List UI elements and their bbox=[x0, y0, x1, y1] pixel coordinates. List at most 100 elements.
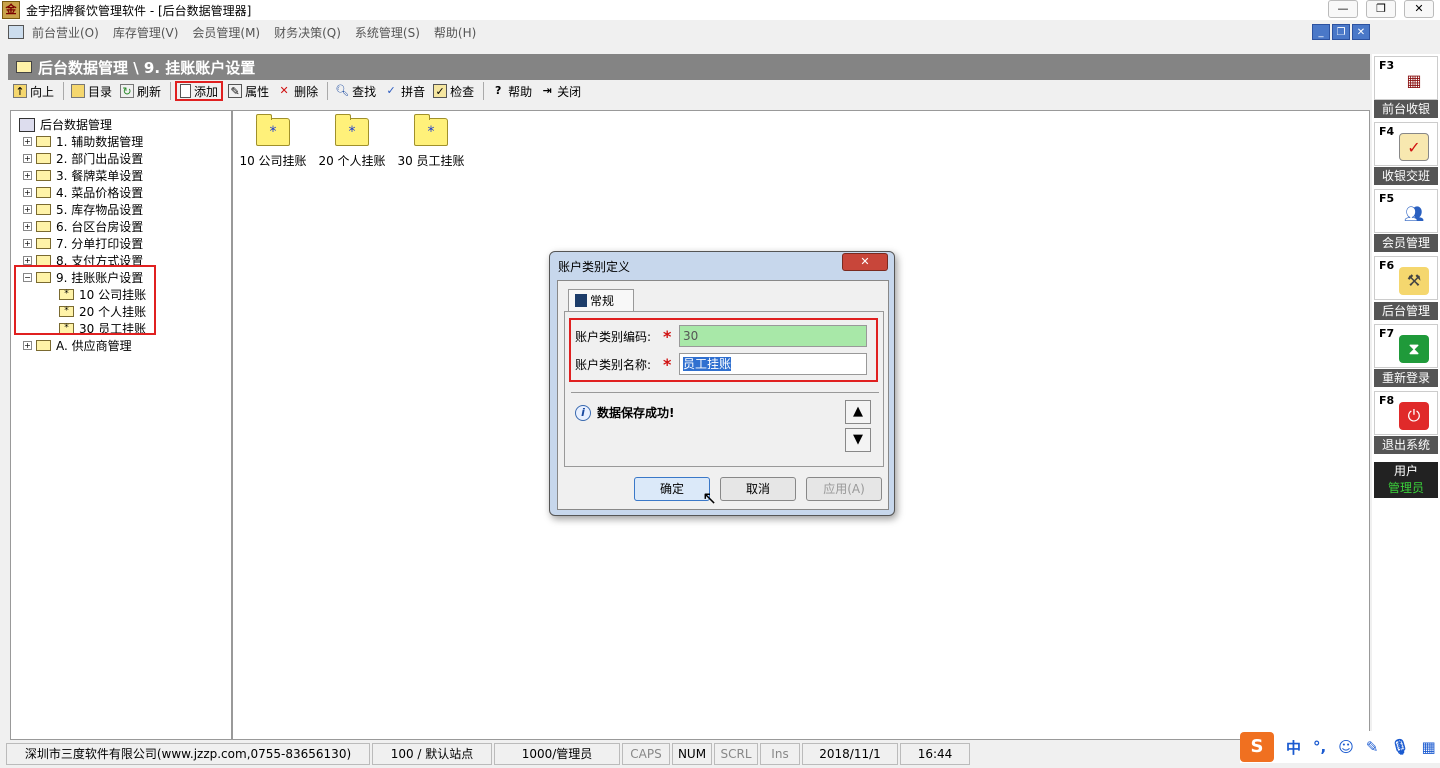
cancel-button[interactable]: 取消 bbox=[720, 477, 796, 501]
maximize-button[interactable]: ❐ bbox=[1366, 0, 1396, 18]
tree-item[interactable]: + A. 供应商管理 bbox=[23, 337, 132, 354]
app-logo-icon: 金 bbox=[2, 1, 20, 19]
properties-button[interactable]: ✎ 属性 bbox=[225, 81, 272, 101]
relogin-button[interactable]: F7 ⧗ bbox=[1374, 324, 1438, 368]
mdi-close-button[interactable]: ✕ bbox=[1352, 24, 1370, 40]
expand-icon[interactable]: + bbox=[23, 154, 32, 163]
shift-handover-label: 收银交班 bbox=[1374, 167, 1438, 185]
apply-button[interactable]: 应用(A) bbox=[806, 477, 882, 501]
emoji-icon[interactable]: ☺ bbox=[1338, 738, 1354, 756]
expand-icon[interactable]: + bbox=[23, 256, 32, 265]
expand-icon[interactable]: + bbox=[23, 222, 32, 231]
tree-item[interactable]: +2. 部门出品设置 bbox=[23, 150, 143, 167]
tree-root[interactable]: 后台数据管理 bbox=[19, 116, 112, 133]
code-field[interactable]: 30 bbox=[679, 325, 867, 347]
up-button[interactable]: ↑ 向上 bbox=[10, 81, 57, 101]
check-button[interactable]: ✓ 检查 bbox=[430, 81, 477, 101]
minimize-button[interactable]: — bbox=[1328, 0, 1358, 18]
user-name: 管理员 bbox=[1387, 481, 1424, 495]
cashier-button[interactable]: F3 ▦ bbox=[1374, 56, 1438, 100]
book-icon bbox=[575, 294, 587, 307]
help-button[interactable]: ? 帮助 bbox=[488, 81, 535, 101]
code-label: 账户类别编码: bbox=[575, 329, 652, 344]
tab-general[interactable]: 常规 bbox=[568, 289, 634, 311]
folders-icon bbox=[71, 84, 86, 98]
new-document-icon bbox=[180, 84, 192, 98]
dialog-body: 常规 账户类别编码: * 30 账户类别名称: * 员工挂账 i 数据保存成功!… bbox=[557, 280, 889, 510]
code-row: 账户类别编码: * 30 bbox=[575, 325, 867, 347]
tree-item[interactable]: +1. 辅助数据管理 bbox=[23, 133, 143, 150]
expand-icon[interactable]: + bbox=[23, 205, 32, 214]
grid-menu-icon[interactable]: ▦ bbox=[1421, 738, 1435, 756]
toolbar-separator bbox=[170, 82, 172, 100]
delete-x-icon: ✕ bbox=[279, 84, 289, 97]
function-sidebar: F3 ▦ 前台收银 F4 ✓ 收银交班 F5 👥︎ 会员管理 F6 ⚒ 后台管理… bbox=[1372, 54, 1440, 740]
exit-system-button[interactable]: F8 ⏻ bbox=[1374, 391, 1438, 435]
relogin-label: 重新登录 bbox=[1374, 369, 1438, 387]
database-icon bbox=[19, 117, 35, 132]
general-tab-panel: 账户类别编码: * 30 账户类别名称: * 员工挂账 i 数据保存成功! ▲ … bbox=[564, 311, 884, 467]
expand-icon[interactable]: + bbox=[23, 188, 32, 197]
status-ins: Ins bbox=[760, 743, 800, 765]
name-label: 账户类别名称: bbox=[575, 357, 652, 372]
system-menu-icon[interactable] bbox=[8, 25, 24, 39]
add-button[interactable]: 添加 bbox=[175, 81, 224, 101]
find-button[interactable]: 🔍︎ 查找 bbox=[332, 81, 379, 101]
mdi-minimize-button[interactable]: _ bbox=[1312, 24, 1330, 40]
refresh-button[interactable]: ↻ 刷新 bbox=[117, 81, 164, 101]
close-toolbar-button[interactable]: ⇥ 关闭 bbox=[537, 81, 584, 101]
punctuation-icon[interactable]: °, bbox=[1313, 738, 1326, 756]
sogou-logo-icon[interactable]: S bbox=[1240, 732, 1274, 762]
close-button[interactable]: ✕ bbox=[1404, 0, 1434, 18]
tree-panel: 后台数据管理 +1. 辅助数据管理 +2. 部门出品设置 +3. 餐牌菜单设置 … bbox=[10, 110, 232, 740]
pinyin-button[interactable]: ✓ 拼音 bbox=[381, 81, 428, 101]
menu-help[interactable]: 帮助(H) bbox=[434, 24, 476, 41]
scroll-up-button[interactable]: ▲ bbox=[845, 400, 871, 424]
folder-icon bbox=[36, 340, 51, 351]
ime-mode-toggle[interactable]: 中 bbox=[1286, 737, 1301, 758]
power-icon: ⏻ bbox=[1399, 402, 1429, 430]
tree-item[interactable]: +7. 分单打印设置 bbox=[23, 235, 143, 252]
status-message: i 数据保存成功! bbox=[575, 404, 674, 421]
expand-icon[interactable]: + bbox=[23, 171, 32, 180]
tree-item[interactable]: +5. 库存物品设置 bbox=[23, 201, 143, 218]
cashier-label: 前台收银 bbox=[1374, 100, 1438, 118]
tree-item[interactable]: +3. 餐牌菜单设置 bbox=[23, 167, 143, 184]
folder-item[interactable]: * 30 员工挂账 bbox=[395, 114, 467, 169]
users-icon: 👥︎ bbox=[1403, 204, 1425, 223]
ok-button[interactable]: 确定 bbox=[634, 477, 710, 501]
star-folder-icon: * bbox=[335, 114, 369, 146]
folder-item[interactable]: * 10 公司挂账 bbox=[237, 114, 309, 169]
status-caps: CAPS bbox=[622, 743, 670, 765]
menu-member[interactable]: 会员管理(M) bbox=[192, 24, 260, 41]
backend-management-button[interactable]: F6 ⚒ bbox=[1374, 256, 1438, 300]
status-time: 16:44 bbox=[900, 743, 970, 765]
pen-icon[interactable]: ✎ bbox=[1366, 738, 1379, 756]
menu-front[interactable]: 前台营业(O) bbox=[32, 24, 99, 41]
tools-icon: ⚒ bbox=[1399, 267, 1429, 295]
name-field[interactable]: 员工挂账 bbox=[679, 353, 867, 375]
menu-inventory[interactable]: 库存管理(V) bbox=[113, 24, 179, 41]
tree-item[interactable]: +6. 台区台房设置 bbox=[23, 218, 143, 235]
menu-finance[interactable]: 财务决策(Q) bbox=[274, 24, 341, 41]
toolbar-separator bbox=[483, 82, 485, 100]
mdi-restore-button[interactable]: ❐ bbox=[1332, 24, 1350, 40]
required-mark: * bbox=[663, 326, 672, 346]
microphone-icon[interactable]: 🎙︎ bbox=[1390, 738, 1409, 756]
tree-item[interactable]: +4. 菜品价格设置 bbox=[23, 184, 143, 201]
scroll-down-button[interactable]: ▼ bbox=[845, 428, 871, 452]
menu-system[interactable]: 系统管理(S) bbox=[355, 24, 420, 41]
folder-item[interactable]: * 20 个人挂账 bbox=[316, 114, 388, 169]
expand-icon[interactable]: + bbox=[23, 137, 32, 146]
shift-handover-button[interactable]: F4 ✓ bbox=[1374, 122, 1438, 166]
member-management-button[interactable]: F5 👥︎ bbox=[1374, 189, 1438, 233]
name-field-selected-text: 员工挂账 bbox=[683, 357, 732, 371]
name-row: 账户类别名称: * 员工挂账 bbox=[575, 353, 867, 375]
expand-icon[interactable]: + bbox=[23, 239, 32, 248]
expand-icon[interactable]: + bbox=[23, 341, 32, 350]
delete-button[interactable]: ✕ 删除 bbox=[274, 81, 321, 101]
status-station: 100 / 默认站点 bbox=[372, 743, 492, 765]
search-icon: 🔍︎ bbox=[335, 84, 350, 97]
dialog-close-button[interactable]: ✕ bbox=[842, 253, 888, 271]
directory-button[interactable]: 目录 bbox=[68, 81, 115, 101]
